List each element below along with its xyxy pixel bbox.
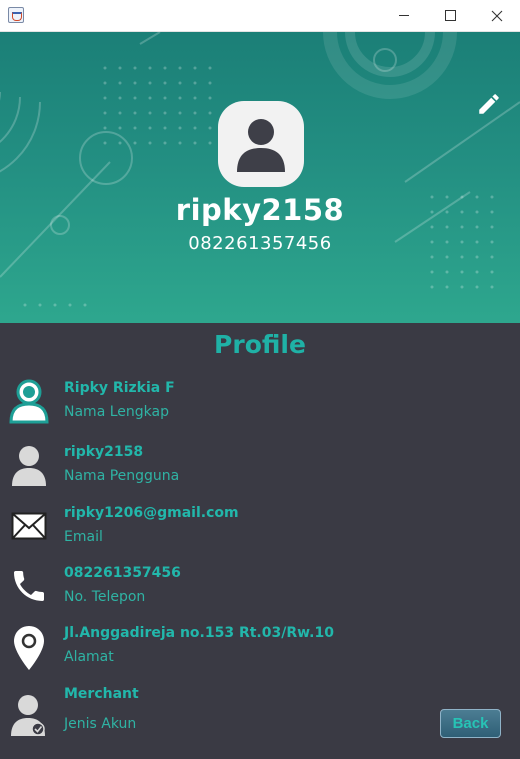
envelope-icon — [8, 503, 50, 549]
window-titlebar — [0, 0, 520, 32]
full-name-label: Nama Lengkap — [64, 404, 169, 420]
user-avatar-icon — [237, 119, 285, 172]
username-value: ripky2158 — [64, 444, 144, 460]
close-icon — [491, 10, 503, 21]
user-icon — [8, 442, 50, 488]
account-type-value: Merchant — [64, 686, 139, 702]
address-label: Alamat — [64, 649, 114, 665]
header-phone: 082261357456 — [188, 233, 332, 254]
info-row-email: ripky1206@gmail.com Email — [0, 503, 520, 563]
edit-profile-button[interactable] — [474, 90, 504, 118]
phone-value: 082261357456 — [64, 565, 181, 581]
close-button[interactable] — [474, 0, 520, 31]
full-name-value: Ripky Rizkia F — [64, 380, 175, 396]
minimize-icon — [399, 15, 409, 16]
email-label: Email — [64, 529, 103, 545]
header-username: ripky2158 — [175, 193, 345, 227]
info-row-username: ripky2158 Nama Pengguna — [0, 442, 520, 502]
back-button[interactable]: Back — [440, 709, 501, 738]
minimize-button[interactable] — [381, 0, 427, 31]
person-icon — [8, 378, 50, 424]
profile-title: Profile — [214, 330, 306, 359]
email-value: ripky1206@gmail.com — [64, 505, 239, 521]
info-row-full-name: Ripky Rizkia F Nama Lengkap — [0, 378, 520, 438]
maximize-button[interactable] — [427, 0, 473, 31]
maximize-icon — [444, 10, 456, 21]
verified-user-icon — [8, 692, 50, 738]
pencil-icon — [479, 94, 499, 114]
profile-header-banner: ripky2158 082261357456 — [0, 32, 520, 323]
phone-icon — [8, 563, 50, 609]
info-row-phone: 082261357456 No. Telepon — [0, 563, 520, 623]
java-app-icon — [8, 7, 24, 23]
profile-avatar — [218, 101, 304, 187]
location-pin-icon — [8, 625, 50, 671]
phone-label: No. Telepon — [64, 589, 146, 605]
address-value: Jl.Anggadireja no.153 Rt.03/Rw.10 — [64, 625, 334, 641]
username-label: Nama Pengguna — [64, 468, 180, 484]
account-type-label: Jenis Akun — [64, 716, 137, 732]
info-row-address: Jl.Anggadireja no.153 Rt.03/Rw.10 Alamat — [0, 623, 520, 683]
